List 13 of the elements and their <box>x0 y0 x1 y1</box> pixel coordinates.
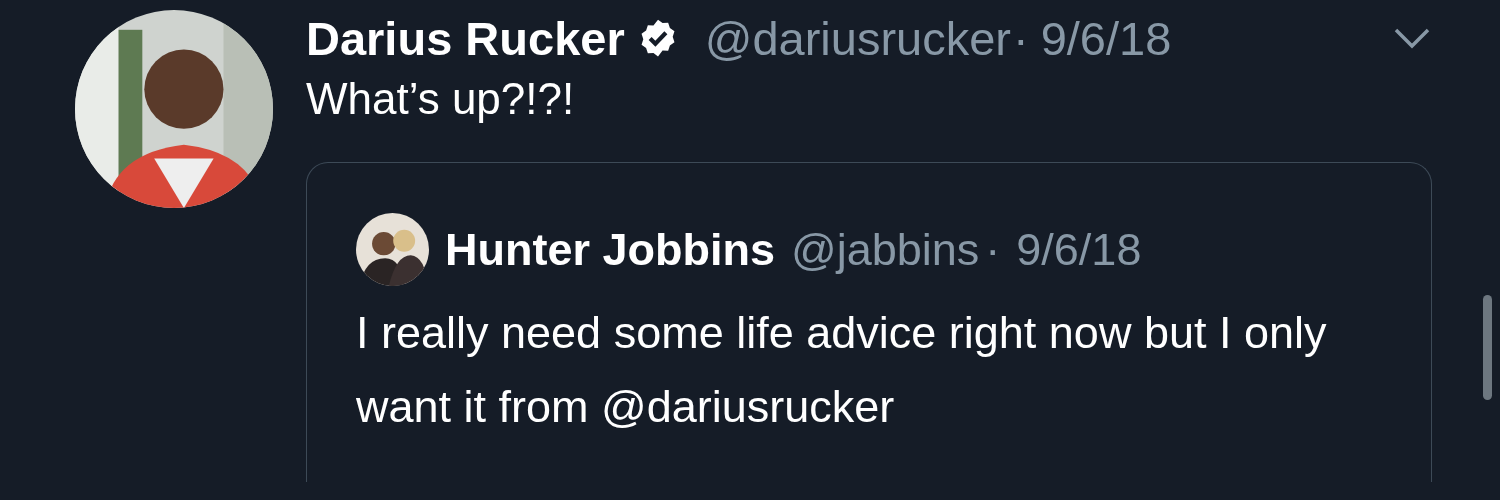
quoted-tweet-card[interactable]: Hunter Jobbins @jabbins· 9/6/18 I really need some life advice right now but I only want it from @dariusrucker <box>306 162 1432 482</box>
chevron-icon[interactable] <box>1392 26 1432 50</box>
tweet-date[interactable]: 9/6/18 <box>1040 10 1172 66</box>
quoted-tweet-text: I really need some life advice right now but I only want it from @dariusrucker <box>356 306 1328 434</box>
author-handle[interactable]: @dariusrucker <box>704 10 1011 66</box>
separator-dot: · <box>985 223 1001 276</box>
scrollbar[interactable] <box>1483 295 1492 400</box>
author-name[interactable]: Darius Rucker <box>306 10 625 66</box>
tweet-text: What’s up?!?! <box>306 74 576 124</box>
separator-dot: · <box>1013 10 1029 66</box>
quoted-author-name: Hunter Jobbins <box>445 223 775 276</box>
quoted-author-handle: @jabbins <box>791 223 980 276</box>
quoted-tweet-date: 9/6/18 <box>1016 223 1142 276</box>
